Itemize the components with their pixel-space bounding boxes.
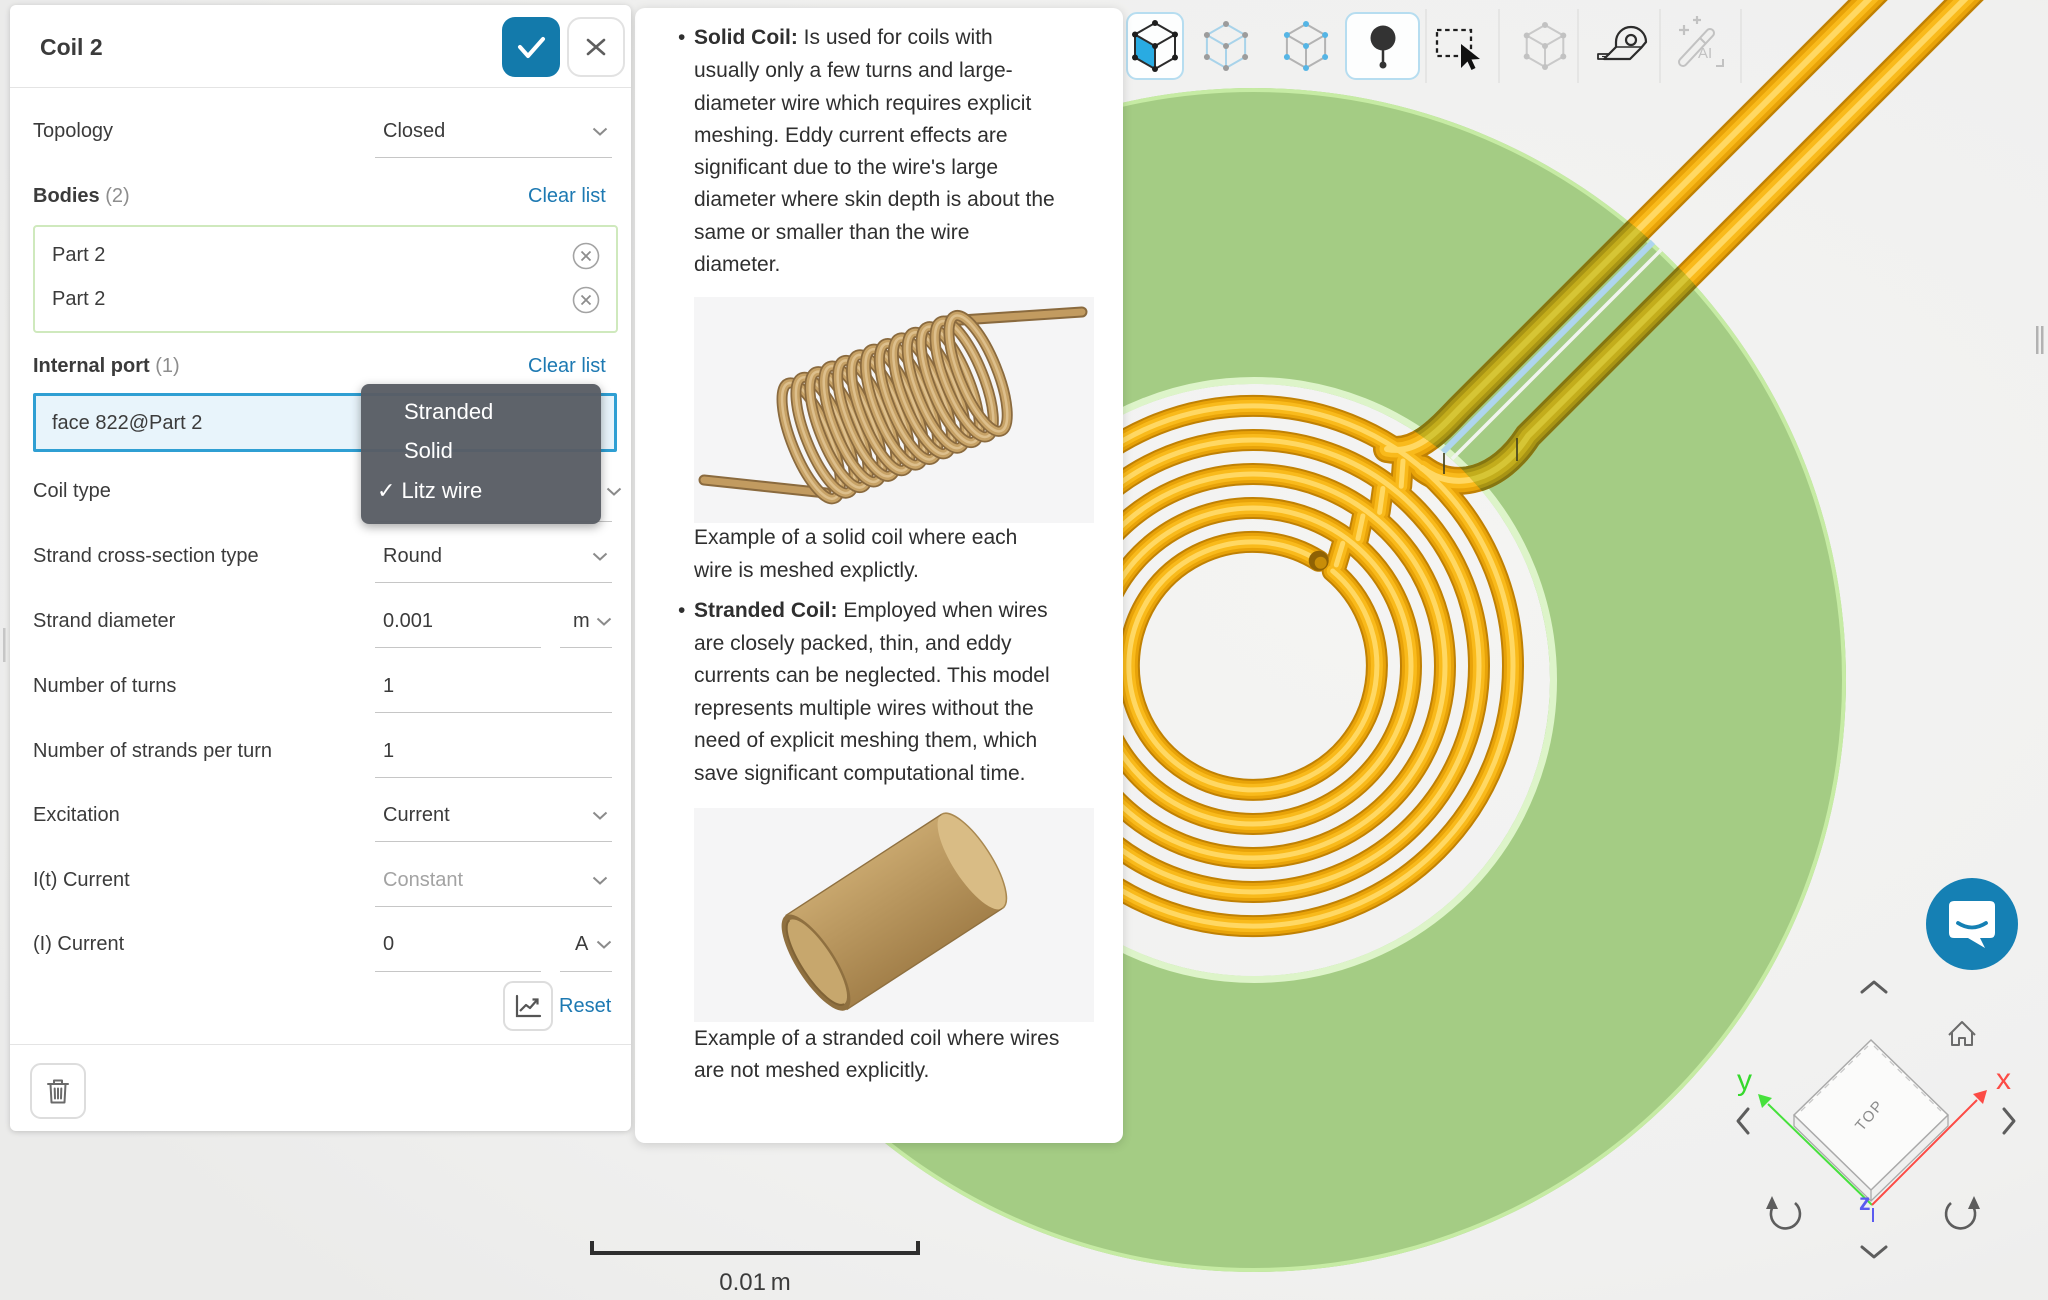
svg-text:y: y <box>1737 1064 1752 1097</box>
svg-text:x: x <box>1996 1063 2011 1096</box>
svg-text:AI: AI <box>1698 45 1712 62</box>
svg-text:z: z <box>1859 1189 1871 1215</box>
svg-text:0.01 m: 0.01 m <box>719 1269 791 1296</box>
